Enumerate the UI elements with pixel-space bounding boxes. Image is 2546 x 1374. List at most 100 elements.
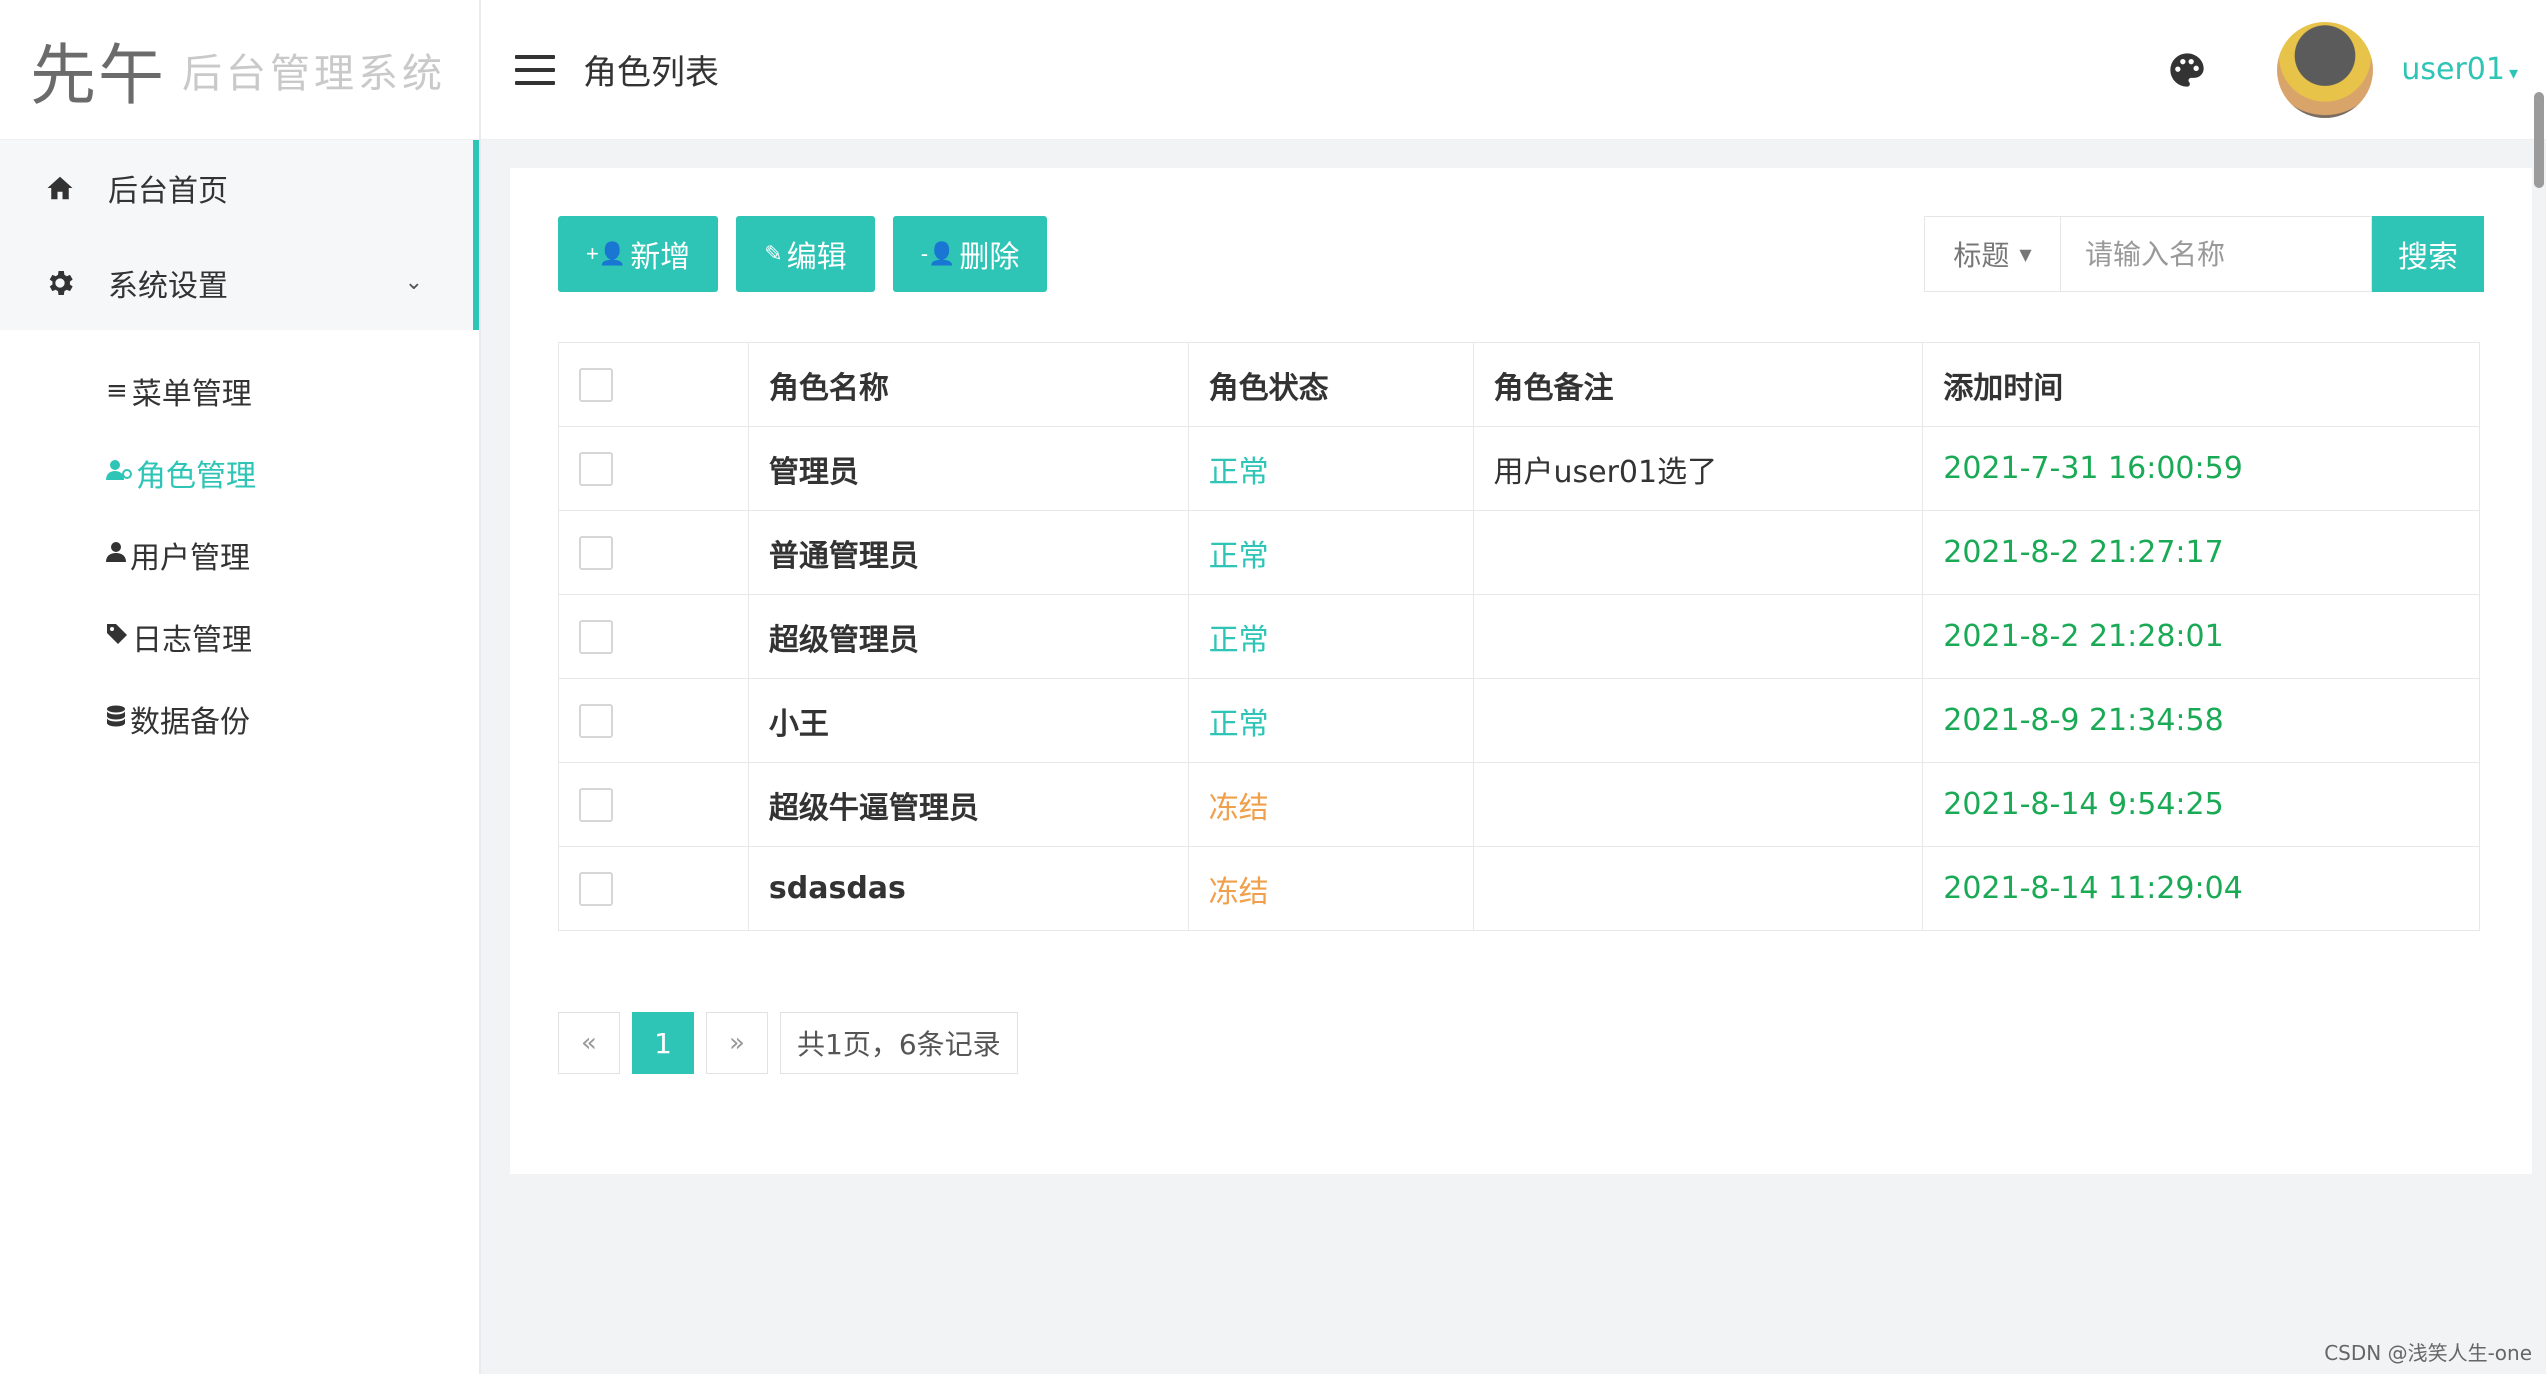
role-created-time: 2021-8-9 21:34:58 (1922, 678, 2480, 763)
sidebar: 先午 后台管理系统 后台首页 系统设置 ⌄ ≡ 菜单管理 角色管理 用户管理 日… (0, 0, 481, 1374)
table-row[interactable]: 管理员 正常 用户user01选了 2021-7-31 16:00:59 (558, 426, 2480, 511)
role-status: 正常 (1187, 594, 1474, 679)
watermark: CSDN @浅笑人生-one (2324, 1341, 2532, 1365)
row-checkbox[interactable] (579, 620, 613, 655)
content-card: +👤新增 ✎编辑 -👤删除 标题▼ 搜索 角色名称 角色状态 角色备注 添加时 (510, 168, 2532, 1174)
tag-icon (106, 622, 128, 652)
database-icon (106, 704, 126, 734)
role-name: 管理员 (747, 426, 1189, 511)
role-name: sdasdas (747, 846, 1189, 931)
palette-icon[interactable] (2167, 50, 2207, 90)
top-header: 角色列表 user01 ▾ (481, 0, 2546, 140)
toolbar: +👤新增 ✎编辑 -👤删除 标题 ▼ 搜索 (558, 216, 2484, 292)
add-button-label: 新增 (630, 241, 691, 274)
delete-button-label: 删除 (959, 241, 1020, 274)
user-plus-icon: +👤 (586, 241, 627, 266)
role-name: 超级牛逼管理员 (747, 762, 1189, 847)
menu-toggle-icon[interactable] (515, 54, 555, 85)
search-input[interactable] (2060, 216, 2372, 292)
user-menu[interactable]: user01 ▾ (2401, 52, 2518, 87)
pagination-info: 共1页，6条记录 (780, 1012, 1018, 1074)
gear-icon (42, 265, 78, 301)
role-name: 普通管理员 (747, 510, 1189, 595)
role-table: 角色名称 角色状态 角色备注 添加时间 管理员 正常 用户user01选了 20… (558, 342, 2480, 931)
page-title: 角色列表 (583, 53, 719, 93)
role-status: 正常 (1187, 678, 1474, 763)
settings-submenu: ≡ 菜单管理 角色管理 用户管理 日志管理 数据备份 (0, 330, 479, 760)
role-remark (1472, 678, 1924, 763)
select-all-checkbox[interactable] (579, 368, 613, 403)
role-status: 正常 (1187, 426, 1474, 511)
role-created-time: 2021-8-14 11:29:04 (1922, 846, 2480, 931)
column-header: 角色名称 (747, 342, 1189, 427)
role-remark: 用户user01选了 (1472, 426, 1924, 511)
table-row[interactable]: 小王 正常 2021-8-9 21:34:58 (558, 678, 2480, 763)
chevron-down-icon: ⌄ (404, 270, 423, 295)
role-created-time: 2021-8-14 9:54:25 (1922, 762, 2480, 847)
sidebar-item-label: 角色管理 (136, 459, 256, 494)
search-button[interactable]: 搜索 (2372, 216, 2484, 292)
sidebar-item-data-backup[interactable]: 数据备份 (0, 678, 479, 760)
row-checkbox[interactable] (579, 704, 613, 739)
next-page-button[interactable]: » (706, 1012, 768, 1074)
row-checkbox[interactable] (579, 452, 613, 487)
sidebar-item-label: 菜单管理 (131, 377, 252, 412)
role-remark (1472, 594, 1924, 679)
role-created-time: 2021-8-2 21:27:17 (1922, 510, 2480, 595)
user-minus-icon: -👤 (920, 241, 956, 266)
add-button[interactable]: +👤 新增 (558, 216, 719, 292)
users-icon (106, 458, 132, 488)
sidebar-item-label: 系统设置 (108, 268, 228, 304)
pagination: « 1 » 共1页，6条记录 (558, 1012, 1030, 1074)
sidebar-item-settings[interactable]: 系统设置 ⌄ (0, 235, 473, 330)
role-status: 冻结 (1187, 762, 1474, 847)
logo-mark: 先午 (30, 36, 166, 114)
table-row[interactable]: 超级牛逼管理员 冻结 2021-8-14 9:54:25 (558, 762, 2480, 847)
column-header: 添加时间 (1922, 342, 2480, 427)
sidebar-item-log-management[interactable]: 日志管理 (0, 596, 479, 678)
filter-select[interactable]: 标题 ▼ (1924, 216, 2060, 292)
caret-down-icon: ▼ (2019, 244, 2032, 264)
role-status: 冻结 (1187, 846, 1474, 931)
role-created-time: 2021-8-2 21:28:01 (1922, 594, 2480, 679)
role-remark (1472, 510, 1924, 595)
sidebar-item-menu-management[interactable]: ≡ 菜单管理 (0, 350, 479, 432)
sidebar-item-label: 用户管理 (130, 541, 250, 576)
select-all-cell (558, 342, 749, 427)
sidebar-item-label: 数据备份 (130, 705, 250, 740)
nav-top-group: 后台首页 系统设置 ⌄ (0, 140, 479, 330)
sidebar-item-label: 后台首页 (108, 173, 228, 209)
role-name: 超级管理员 (747, 594, 1189, 679)
scrollbar[interactable] (2534, 92, 2544, 188)
table-row[interactable]: sdasdas 冻结 2021-8-14 11:29:04 (558, 846, 2480, 931)
table-row[interactable]: 普通管理员 正常 2021-8-2 21:27:17 (558, 510, 2480, 595)
table-row[interactable]: 超级管理员 正常 2021-8-2 21:28:01 (558, 594, 2480, 679)
sidebar-item-user-management[interactable]: 用户管理 (0, 514, 479, 596)
home-icon (42, 170, 78, 206)
header-right: user01 ▾ (2167, 21, 2532, 118)
sidebar-item-role-management[interactable]: 角色管理 (0, 432, 479, 514)
filter-select-value: 标题 (1953, 239, 2010, 272)
edit-button[interactable]: ✎ 编辑 (736, 216, 875, 292)
role-status: 正常 (1187, 510, 1474, 595)
page-1-button[interactable]: 1 (632, 1012, 694, 1074)
row-checkbox[interactable] (579, 872, 613, 907)
caret-down-icon: ▾ (2508, 63, 2518, 84)
role-created-time: 2021-7-31 16:00:59 (1922, 426, 2480, 511)
column-header: 角色备注 (1472, 342, 1924, 427)
prev-page-button[interactable]: « (558, 1012, 620, 1074)
role-remark (1472, 762, 1924, 847)
sidebar-item-label: 日志管理 (132, 623, 252, 658)
logo-text: 后台管理系统 (182, 50, 446, 97)
column-header: 角色状态 (1187, 342, 1474, 427)
user-edit-icon: ✎ (764, 241, 783, 266)
delete-button[interactable]: -👤 删除 (892, 216, 1048, 292)
row-checkbox[interactable] (579, 788, 613, 823)
row-checkbox[interactable] (579, 536, 613, 571)
avatar[interactable] (2277, 21, 2374, 118)
sidebar-item-home[interactable]: 后台首页 (0, 140, 473, 235)
role-name: 小王 (747, 678, 1189, 763)
edit-button-label: 编辑 (786, 241, 847, 274)
search-group: 标题 ▼ 搜索 (1924, 216, 2484, 292)
username-label: user01 (2401, 52, 2505, 87)
